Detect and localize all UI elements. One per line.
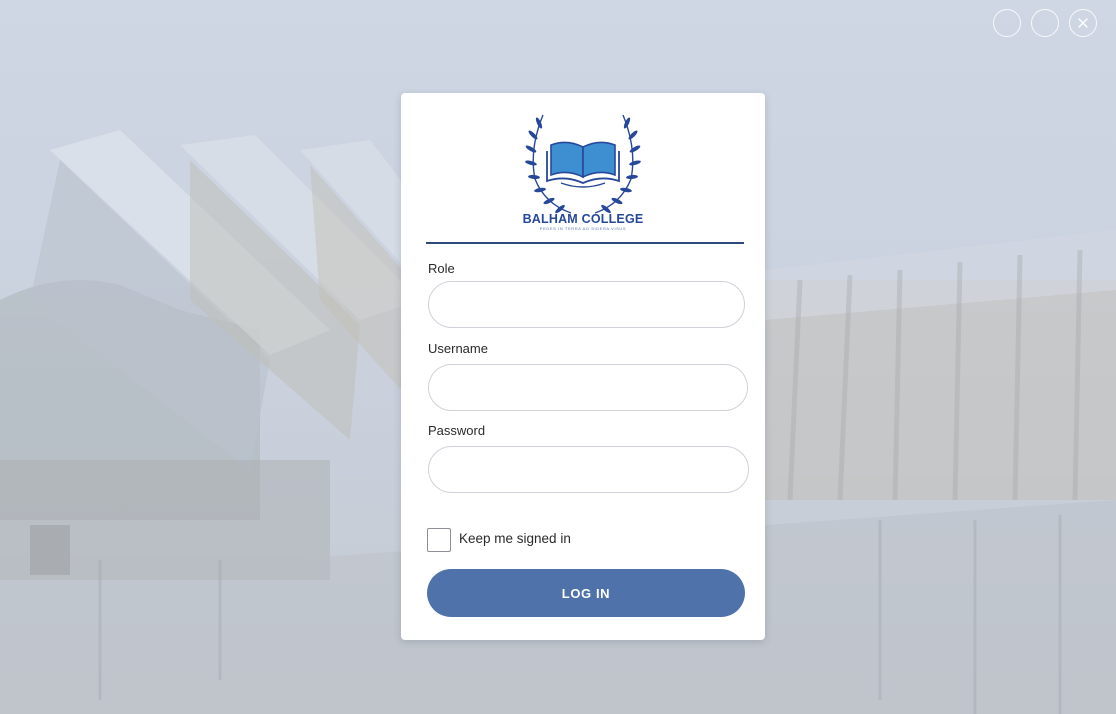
brand-name: BALHAM COLLEGE: [522, 212, 644, 226]
keep-signed-in-label: Keep me signed in: [459, 531, 571, 546]
header-divider: [426, 242, 744, 244]
keep-signed-in-checkbox[interactable]: [427, 528, 451, 552]
username-field[interactable]: [428, 364, 748, 411]
maximize-button[interactable]: [1031, 9, 1059, 37]
brand-motto: PEDES IN TERRA AD SIDERA VISUS: [539, 226, 627, 231]
minimize-button[interactable]: [993, 9, 1021, 37]
login-card: BALHAM COLLEGE PEDES IN TERRA AD SIDERA …: [401, 93, 765, 640]
login-button[interactable]: LOG IN: [427, 569, 745, 617]
password-label: Password: [428, 423, 486, 438]
password-field[interactable]: [428, 446, 749, 493]
role-field[interactable]: [428, 281, 745, 328]
username-label: Username: [428, 341, 488, 356]
role-label: Role: [428, 261, 455, 276]
close-icon: [1078, 18, 1088, 28]
close-button[interactable]: [1069, 9, 1097, 37]
